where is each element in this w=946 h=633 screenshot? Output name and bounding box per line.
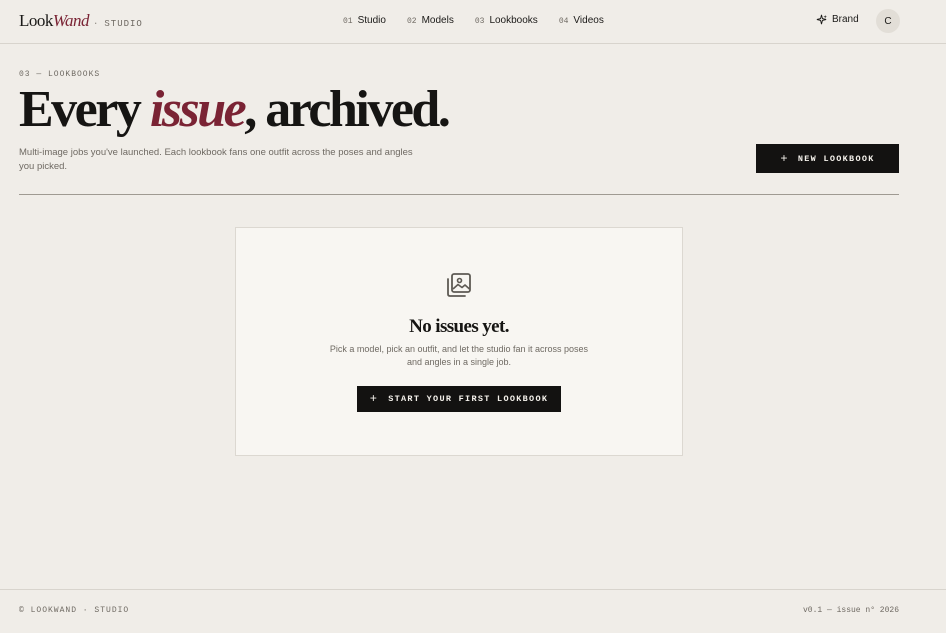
page-subtitle: Multi-image jobs you've launched. Each l… xyxy=(19,147,413,172)
logo-primary: Look xyxy=(19,11,53,30)
brand-label: Brand xyxy=(832,14,859,25)
empty-state-card: No issues yet. Pick a model, pick an out… xyxy=(235,227,683,456)
footer-copyright: © LOOKWAND · STUDIO xyxy=(19,606,130,615)
image-stack-icon xyxy=(447,273,471,297)
sparkle-icon xyxy=(816,14,827,25)
main-nav: 01 Studio 02 Models 03 Lookbooks 04 Vide… xyxy=(343,15,604,26)
nav-number: 04 xyxy=(558,17,569,26)
divider xyxy=(19,194,899,195)
logo-accent: Wand xyxy=(52,11,90,30)
title-accent: issue xyxy=(149,81,247,138)
logo-separator: · xyxy=(93,19,99,29)
nav-item-models[interactable]: 02 Models xyxy=(407,15,454,26)
plus-icon: + xyxy=(780,151,789,166)
page-eyebrow: 03 — LOOKBOOKS xyxy=(19,70,101,79)
nav-number: 02 xyxy=(406,17,417,26)
new-lookbook-button[interactable]: + NEW LOOKBOOK xyxy=(756,144,899,173)
nav-label: Models xyxy=(421,15,454,26)
nav-label: Lookbooks xyxy=(489,15,538,26)
empty-state-text: Pick a model, pick an outfit, and let th… xyxy=(329,344,589,367)
nav-number: 01 xyxy=(343,17,353,26)
nav-number: 03 xyxy=(474,17,485,26)
new-lookbook-label: NEW LOOKBOOK xyxy=(797,153,875,164)
nav-label: Studio xyxy=(357,15,386,26)
empty-state-title: No issues yet. xyxy=(409,316,509,337)
nav-item-studio[interactable]: 01 Studio xyxy=(343,15,386,26)
title-pre: Every xyxy=(19,81,150,138)
plus-icon: + xyxy=(369,392,379,406)
start-button-label: START YOUR FIRST LOOKBOOK xyxy=(388,394,549,404)
page-title: Every issue, archived. xyxy=(19,81,451,138)
footer: © LOOKWAND · STUDIO v0.1 — issue n° 2026 xyxy=(0,589,946,633)
title-post: , archived. xyxy=(244,81,451,138)
start-first-lookbook-button[interactable]: + START YOUR FIRST LOOKBOOK xyxy=(357,386,561,412)
nav-label: Videos xyxy=(573,15,604,26)
avatar[interactable]: C xyxy=(876,9,900,33)
brand-link[interactable]: Brand xyxy=(816,14,859,25)
top-bar: Look Wand · STUDIO 01 Studio 02 Models 0… xyxy=(0,0,946,44)
nav-item-videos[interactable]: 04 Videos xyxy=(559,15,604,26)
footer-version: v0.1 — issue n° 2026 xyxy=(802,606,899,615)
nav-item-lookbooks[interactable]: 03 Lookbooks xyxy=(475,15,538,26)
logo-tag: STUDIO xyxy=(104,19,143,29)
logo[interactable]: Look Wand · STUDIO xyxy=(19,11,143,31)
